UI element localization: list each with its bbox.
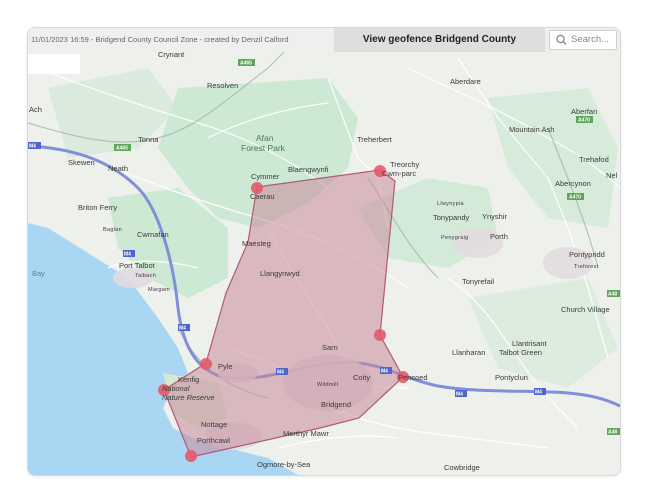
label-bridgend: Bridgend [321, 400, 351, 409]
label-aberdare: Aberdare [450, 77, 481, 86]
label-church-village: Church Village [561, 305, 610, 314]
label-sarn: Sarn [322, 343, 338, 352]
label-aberfan: Aberfan [571, 107, 597, 116]
vertex-marker [185, 450, 197, 462]
label-porthcawl: Porthcawl [197, 436, 230, 445]
map-toolbar: 11/01/2023 16:59 - Bridgend County Counc… [28, 28, 620, 52]
search-input[interactable]: Search... [549, 30, 617, 50]
label-briton-ferry: Briton Ferry [78, 203, 117, 212]
label-kenfig: Kenfig [178, 375, 199, 384]
label-ogmore-by-sea: Ogmore-by-Sea [257, 460, 311, 469]
vertex-marker [200, 358, 212, 370]
search-icon [556, 34, 567, 45]
label-maesteg: Maesteg [242, 239, 271, 248]
label-pencoed: Pencoed [398, 373, 428, 382]
label-national: National [162, 384, 190, 393]
shield-m4-llanharan: M4 [456, 392, 463, 398]
label-coity: Coity [353, 373, 370, 382]
label-ach: Ach [29, 105, 42, 114]
map-widget: A465 A465 M4 A470 A470 M4 M4 M4 M4 M4 M4… [27, 27, 621, 476]
label-cowbridge: Cowbridge [444, 463, 480, 472]
label-llantrisant: Llantrisant [512, 339, 548, 348]
label-talbot-green: Talbot Green [499, 348, 542, 357]
geofence-meta-text: 11/01/2023 16:59 - Bridgend County Counc… [28, 28, 334, 52]
label-skewen: Skewen [68, 158, 95, 167]
label-forest-park: Forest Park [241, 143, 286, 153]
shield-a470-north: A470 [578, 118, 590, 124]
label-pyle: Pyle [218, 362, 233, 371]
label-nature-reserve: Nature Reserve [162, 393, 215, 402]
shield-m4-pontyclun: M4 [535, 390, 542, 396]
label-resolven: Resolven [207, 81, 238, 90]
label-cwm-parc: Cwm-parc [382, 169, 416, 178]
shield-a48: A48 [608, 430, 617, 436]
label-wildmill: Wildmill [317, 382, 338, 388]
label-afan: Afan [256, 133, 274, 143]
label-llangynwyd: Llangynwyd [260, 269, 300, 278]
search-placeholder: Search... [571, 34, 610, 45]
label-porth: Porth [490, 232, 508, 241]
shield-m4-west: M4 [29, 144, 36, 150]
label-treforest: Treforest [574, 264, 599, 270]
label-neath: Neath [108, 164, 128, 173]
shield-m4-pyle: M4 [277, 370, 284, 376]
label-treorchy: Treorchy [390, 160, 420, 169]
label-pontyclun: Pontyclun [495, 373, 528, 382]
label-tonypandy: Tonypandy [433, 213, 470, 222]
label-tonyrefail: Tonyrefail [462, 277, 494, 286]
label-bay: Bay [32, 269, 45, 278]
label-tonna: Tonna [138, 135, 159, 144]
shield-m4-sarn: M4 [381, 369, 388, 375]
shield-a4-east: A48 [608, 292, 617, 298]
label-margam: Margam [148, 287, 170, 293]
label-cwmafan: Cwmafan [137, 230, 169, 239]
shield-a470: A470 [569, 195, 581, 201]
label-cymmer: Cymmer [251, 172, 280, 181]
label-taibach: Taibach [135, 273, 156, 279]
vertex-marker [374, 329, 386, 341]
label-penygraig: Penygraig [441, 235, 468, 241]
shield-a465b: A465 [116, 146, 128, 152]
map-overlay-box [28, 54, 80, 74]
label-caerau: Caerau [250, 192, 275, 201]
label-port-talbot: Port Talbot [119, 261, 156, 270]
label-treherbert: Treherbert [357, 135, 393, 144]
label-llanharan: Llanharan [452, 348, 485, 357]
label-mountain-ash: Mountain Ash [509, 125, 554, 134]
label-ynyshir: Ynyshir [482, 212, 508, 221]
shield-m4-margam: M4 [179, 326, 186, 332]
label-blaengwynfi: Blaengwynfi [288, 165, 329, 174]
view-geofence-button[interactable]: View geofence Bridgend County [334, 28, 545, 52]
label-nottage: Nottage [201, 420, 227, 429]
label-nel: Nel [606, 171, 618, 180]
map-canvas[interactable]: A465 A465 M4 A470 A470 M4 M4 M4 M4 M4 M4… [28, 28, 620, 475]
shield-a465: A465 [240, 61, 252, 67]
label-llwynypia: Llwynypia [437, 201, 464, 207]
label-trehafod: Trehafod [579, 155, 609, 164]
shield-m4-baglan: M4 [124, 252, 131, 258]
label-pontypridd: Pontypridd [569, 250, 605, 259]
label-baglan: Baglan [103, 227, 122, 233]
label-merthyr-mawr: Merthyr Mawr [283, 429, 329, 438]
label-abercynon: Abercynon [555, 179, 591, 188]
